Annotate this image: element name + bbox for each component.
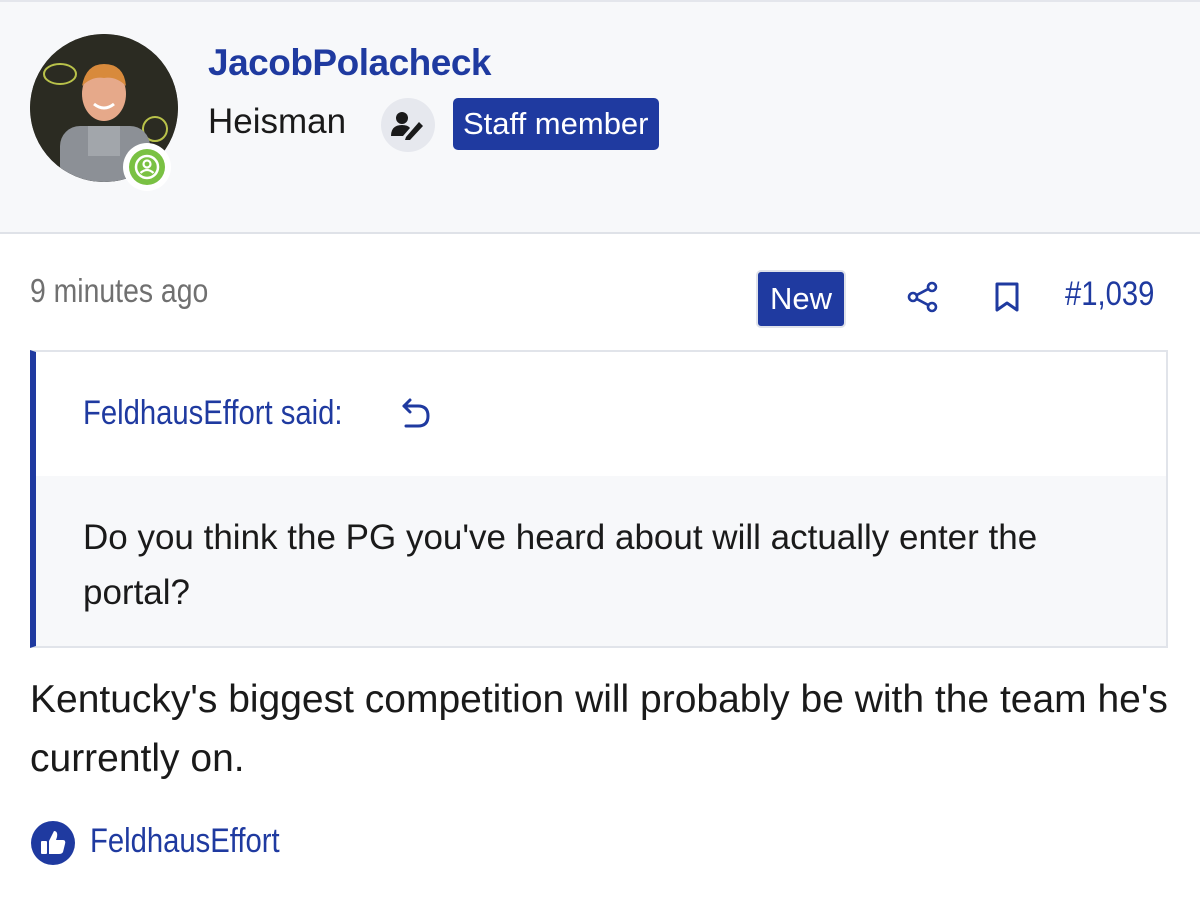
post-permalink-number[interactable]: #1,039 xyxy=(1065,275,1154,314)
jump-to-quote-icon[interactable] xyxy=(398,394,434,434)
online-status-indicator xyxy=(123,143,171,191)
new-post-badge: New xyxy=(756,270,847,328)
quote-header: FeldhausEffort said: xyxy=(36,352,1166,476)
user-edit-icon xyxy=(391,112,423,140)
share-icon xyxy=(907,281,938,313)
post-author-header: JacobPolacheck Heisman Staff member xyxy=(0,2,1200,234)
bookmark-icon xyxy=(995,282,1019,312)
staff-member-badge: Staff member xyxy=(453,98,659,150)
quote-body: Do you think the PG you've heard about w… xyxy=(36,476,1166,646)
share-button[interactable] xyxy=(901,275,945,319)
bookmark-button[interactable] xyxy=(985,275,1029,319)
post-message: Kentucky's biggest competition will prob… xyxy=(30,678,1168,780)
online-status-icon xyxy=(129,149,165,185)
quote-text: Do you think the PG you've heard about w… xyxy=(83,518,1038,612)
quote-block: FeldhausEffort said: Do you think the PG… xyxy=(30,350,1168,648)
reaction-user-link[interactable]: FeldhausEffort xyxy=(90,822,280,861)
thumbs-up-icon[interactable] xyxy=(30,820,76,866)
post-timestamp[interactable]: 9 minutes ago xyxy=(30,272,208,310)
quote-attribution[interactable]: FeldhausEffort said: xyxy=(83,394,343,433)
author-username[interactable]: JacobPolacheck xyxy=(208,42,491,84)
author-user-title: Heisman xyxy=(208,102,347,141)
staff-icon-button xyxy=(381,98,435,152)
